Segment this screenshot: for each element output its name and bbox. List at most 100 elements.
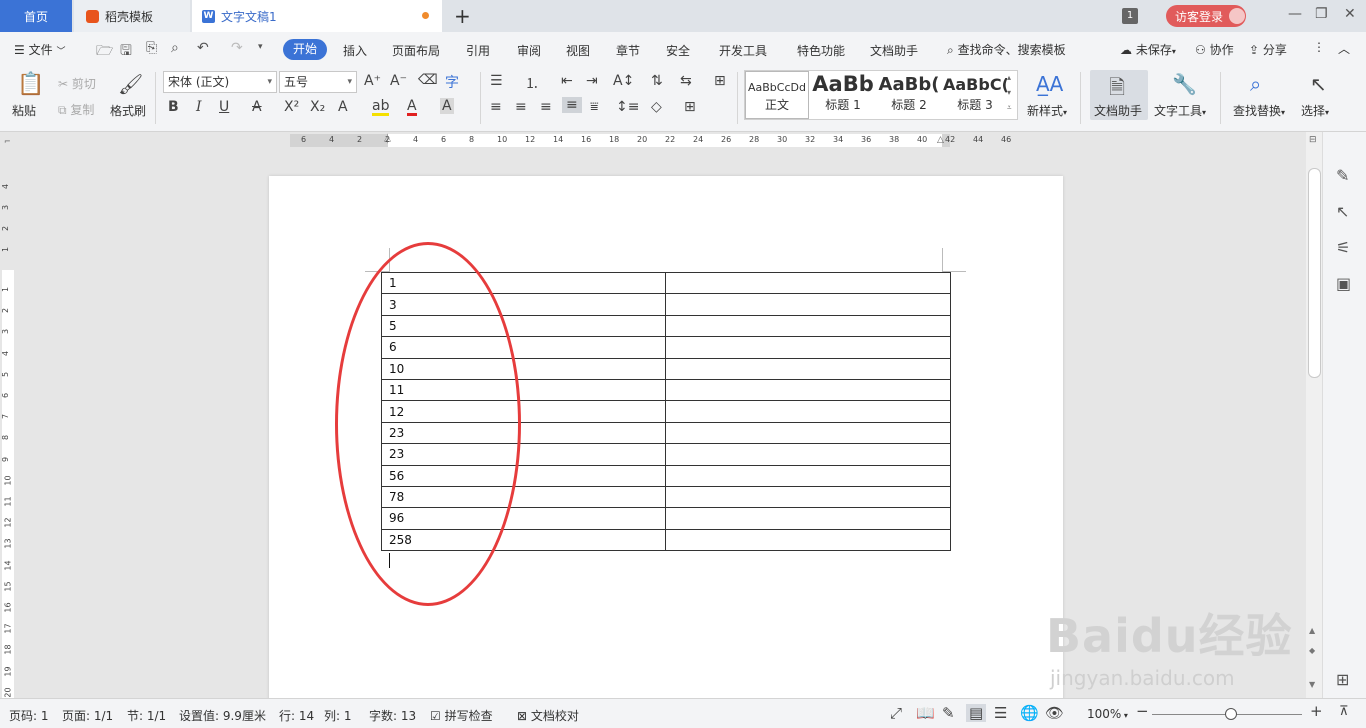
right-indent-marker-icon[interactable]: △ <box>937 135 944 145</box>
image-panel-icon[interactable]: ▣ <box>1336 274 1351 293</box>
line-spacing-icon[interactable]: ↕≡ <box>616 99 639 115</box>
guest-login-button[interactable]: 访客登录 <box>1166 5 1246 27</box>
numbered-list-icon[interactable]: ⒈ <box>525 73 539 93</box>
menu-insert[interactable]: 插入 <box>343 42 367 59</box>
menu-features[interactable]: 特色功能 <box>797 42 845 59</box>
menu-doc-assistant[interactable]: 文档助手 <box>870 42 918 59</box>
web-view-icon[interactable]: 🌐 <box>1020 704 1039 722</box>
zoom-out-icon[interactable]: − <box>1136 702 1149 720</box>
shrink-font-icon[interactable]: A⁻ <box>390 73 407 89</box>
menu-view[interactable]: 视图 <box>566 42 590 59</box>
char-shading-icon[interactable]: A <box>440 98 454 114</box>
scroll-up-icon[interactable]: ▲ <box>1309 626 1315 635</box>
table-cell-empty[interactable] <box>665 378 951 402</box>
zoom-in-icon[interactable]: + <box>1310 702 1323 720</box>
file-menu[interactable]: ☰ 文件 ﹀ <box>14 41 65 58</box>
document-page[interactable]: 1 3 5 6 10 11 12 23 23 56 78 96 258 <box>269 176 1063 698</box>
eye-protect-icon[interactable]: 👁 <box>1045 704 1064 722</box>
bullet-list-icon[interactable]: ☰ <box>490 73 503 89</box>
shading-fill-icon[interactable]: ◇ <box>651 99 662 115</box>
borders-icon[interactable]: ⊞ <box>684 99 696 115</box>
select-button[interactable]: 选择▾ <box>1301 102 1329 119</box>
align-center-icon[interactable]: ≡ <box>515 99 527 115</box>
menu-section[interactable]: 章节 <box>616 42 640 59</box>
style-more-icon[interactable]: ⩡ <box>1007 103 1012 113</box>
clear-format-icon[interactable]: ⌫ <box>418 72 438 88</box>
scrollbar-thumb[interactable] <box>1308 168 1321 378</box>
style-scroll-up-icon[interactable]: ▴ <box>1007 73 1011 82</box>
table-cell-empty[interactable] <box>665 357 951 380</box>
undo-icon[interactable]: ↶ <box>197 40 209 56</box>
zoom-level-select[interactable]: 100% ▾ <box>1087 707 1128 721</box>
pinyin-guide-icon[interactable]: 字 <box>445 72 459 92</box>
find-replace-button[interactable]: 查找替换▾ <box>1233 102 1285 119</box>
window-count-badge[interactable]: 1 <box>1122 8 1138 24</box>
table-cell-empty[interactable] <box>665 293 951 316</box>
table-cell-empty[interactable] <box>665 314 951 338</box>
status-setting-value[interactable]: 设置值: 9.9厘米 <box>179 707 266 724</box>
table-cell-empty[interactable] <box>665 464 951 487</box>
underline-icon[interactable]: U <box>219 99 229 115</box>
status-word-count[interactable]: 字数: 13 <box>369 707 416 724</box>
distribute-icon[interactable]: ⩸ <box>590 99 599 115</box>
write-mode-icon[interactable]: ✎ <box>942 704 955 722</box>
tab-home[interactable]: 首页 <box>0 0 72 32</box>
align-right-icon[interactable]: ≡ <box>540 99 552 115</box>
style-heading1[interactable]: AaBb 标题 1 <box>811 71 875 119</box>
menu-start[interactable]: 开始 <box>283 39 327 60</box>
status-row[interactable]: 行: 14 <box>279 707 314 724</box>
save-icon[interactable]: 🖫 <box>120 40 132 64</box>
collapse-status-icon[interactable]: ⊼ <box>1339 704 1349 719</box>
menu-references[interactable]: 引用 <box>466 42 490 59</box>
status-page-number[interactable]: 页码: 1 <box>9 707 49 724</box>
table-cell-empty[interactable] <box>665 336 951 359</box>
table-cell-empty[interactable] <box>665 443 951 466</box>
adjust-settings-icon[interactable]: ⚟ <box>1336 238 1350 257</box>
table-cell-empty[interactable] <box>665 507 951 530</box>
document-canvas[interactable]: 1 3 5 6 10 11 12 23 23 56 78 96 258 <box>16 150 1306 698</box>
redo-icon[interactable]: ↷ <box>231 40 243 56</box>
pen-edit-icon[interactable]: ✎ <box>1336 166 1349 185</box>
read-mode-icon[interactable]: 📖 <box>916 704 935 722</box>
wrench-icon[interactable]: 🔧 <box>1172 72 1197 96</box>
horizontal-ruler[interactable]: ⌐ 6 4 2 2 4 6 8 10 12 14 16 18 20 22 24 26 28 30 32 34 36 38 4… <box>0 132 1330 150</box>
format-painter-icon[interactable]: 🖌 <box>118 72 143 96</box>
style-scroll-down-icon[interactable]: ▾ <box>1007 88 1011 97</box>
table-cell-empty[interactable] <box>665 271 951 295</box>
table-cell-empty[interactable] <box>665 485 951 509</box>
pointer-select-icon[interactable]: ↖ <box>1336 202 1349 221</box>
text-effect-icon[interactable]: A <box>338 99 348 115</box>
grid-apps-icon[interactable]: ⊞ <box>1336 670 1349 689</box>
page-view-icon[interactable]: ▤ <box>966 704 987 722</box>
print-preview-icon[interactable]: ⌕ <box>171 40 179 56</box>
export-icon[interactable]: ⎘ <box>146 40 157 56</box>
font-color-icon[interactable]: A <box>407 99 417 116</box>
vertical-ruler[interactable]: 4 3 2 1 1 2 3 4 5 6 7 8 9 10 11 12 13 14 15 16 17 18 19 20 <box>0 150 16 698</box>
style-heading3[interactable]: AaBbC( 标题 3 <box>943 71 1007 119</box>
scroll-down-icon[interactable]: ▼ <box>1309 680 1315 689</box>
collaborate-button[interactable]: ⚇ 协作 <box>1195 41 1234 58</box>
paste-button[interactable]: 粘贴 <box>12 102 36 119</box>
cut-button[interactable]: ✂ 剪切 <box>58 75 96 92</box>
highlight-icon[interactable]: ab <box>372 99 390 116</box>
share-button[interactable]: ⇪ 分享 <box>1249 41 1287 58</box>
select-cursor-icon[interactable]: ↖ <box>1310 72 1327 96</box>
menu-page-layout[interactable]: 页面布局 <box>392 42 440 59</box>
style-normal[interactable]: AaBbCcDd 正文 <box>745 71 809 119</box>
subscript-icon[interactable]: X₂ <box>310 99 325 115</box>
split-view-icon[interactable]: ⊟ <box>1309 135 1317 145</box>
table-grid-icon[interactable]: ⊞ <box>714 73 726 89</box>
italic-icon[interactable]: I <box>196 99 202 115</box>
new-tab-plus-icon[interactable]: + <box>454 4 471 28</box>
increase-indent-icon[interactable]: ⇥ <box>586 73 598 89</box>
quick-access-dropdown-icon[interactable]: ▾ <box>258 42 263 52</box>
table-cell-empty[interactable] <box>665 421 951 445</box>
minimize-icon[interactable]: — <box>1288 6 1302 22</box>
menu-developer[interactable]: 开发工具 <box>719 42 767 59</box>
font-size-select[interactable]: 五号 <box>279 71 357 93</box>
table-cell-empty[interactable] <box>665 528 951 552</box>
command-search[interactable]: ⌕ 查找命令、搜索模板 <box>947 41 1066 58</box>
spell-check-button[interactable]: ☑ 拼写检查 <box>430 707 493 724</box>
grow-font-icon[interactable]: A⁺ <box>364 73 381 89</box>
new-style-icon[interactable]: A̲A <box>1036 72 1063 96</box>
